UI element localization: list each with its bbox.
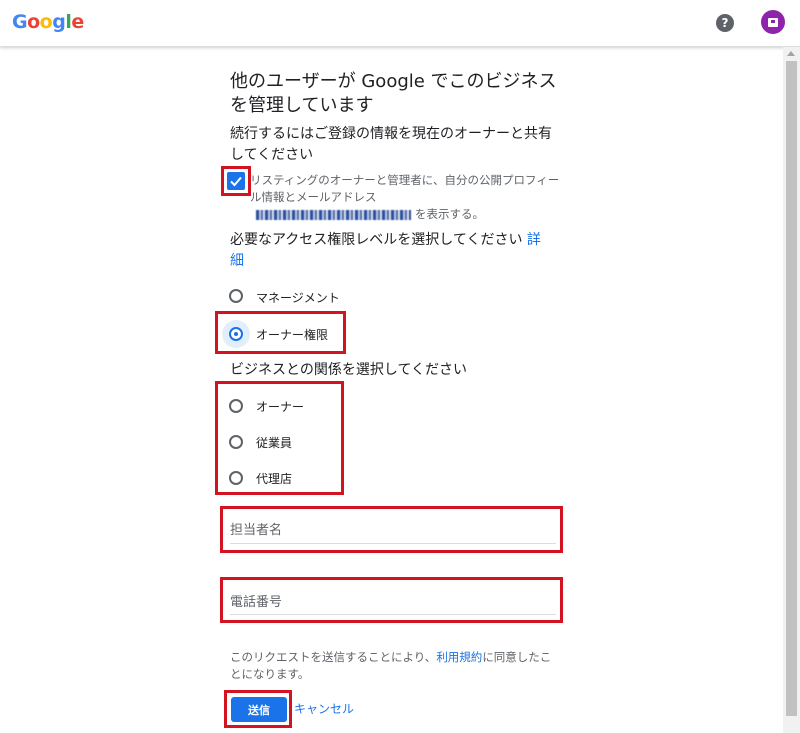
highlight-submit: [224, 690, 292, 728]
highlight-phone: [220, 577, 563, 623]
logo-letter: e: [71, 11, 84, 33]
share-heading: 続行するにはご登録の情報を現在のオーナーと共有してください: [230, 126, 552, 163]
highlight-relation-options: [215, 381, 344, 495]
logo-letter: o: [27, 11, 40, 33]
redacted-email: [256, 209, 411, 220]
access-heading: 必要なアクセス権限レベルを選択してください 詳細: [230, 230, 550, 272]
logo-letter: o: [39, 11, 53, 33]
terms-text: このリクエストを送信することにより、利用規約に同意したことになります。: [230, 649, 560, 683]
terms-link[interactable]: 利用規約: [436, 650, 482, 664]
terms-text-before: このリクエストを送信することにより、: [230, 650, 437, 664]
page-title: 他のユーザーが Google でこのビジネスを管理しています: [230, 71, 557, 116]
highlight-consent-checkbox: [221, 166, 251, 196]
logo-letter: g: [52, 11, 66, 33]
radio-label-management: マネージメント: [256, 291, 340, 305]
access-heading-text: 必要なアクセス権限レベルを選択してください: [230, 232, 523, 248]
scroll-up-arrow-icon[interactable]: [787, 51, 795, 56]
highlight-contact-name: [220, 506, 563, 553]
top-bar: Google ?: [0, 0, 800, 47]
consent-text-after: を表示する。: [415, 207, 484, 221]
logo-letter: G: [12, 11, 28, 33]
scrollbar[interactable]: [783, 47, 800, 733]
avatar[interactable]: [761, 10, 785, 34]
consent-text-before: リスティングのオーナーと管理者に、自分の公開プロフィール情報とメールアドレス: [250, 173, 560, 204]
store-icon: [768, 17, 778, 27]
relation-heading: ビジネスとの関係を選択してください: [230, 362, 468, 378]
consent-text: リスティングのオーナーと管理者に、自分の公開プロフィール情報とメールアドレス を…: [250, 172, 560, 223]
google-logo[interactable]: Google: [12, 11, 84, 33]
scrollbar-thumb[interactable]: [786, 61, 797, 716]
highlight-owner-permission: [215, 311, 346, 354]
radio-management[interactable]: [229, 289, 243, 303]
help-icon[interactable]: ?: [716, 14, 734, 32]
cancel-link[interactable]: キャンセル: [294, 700, 354, 717]
